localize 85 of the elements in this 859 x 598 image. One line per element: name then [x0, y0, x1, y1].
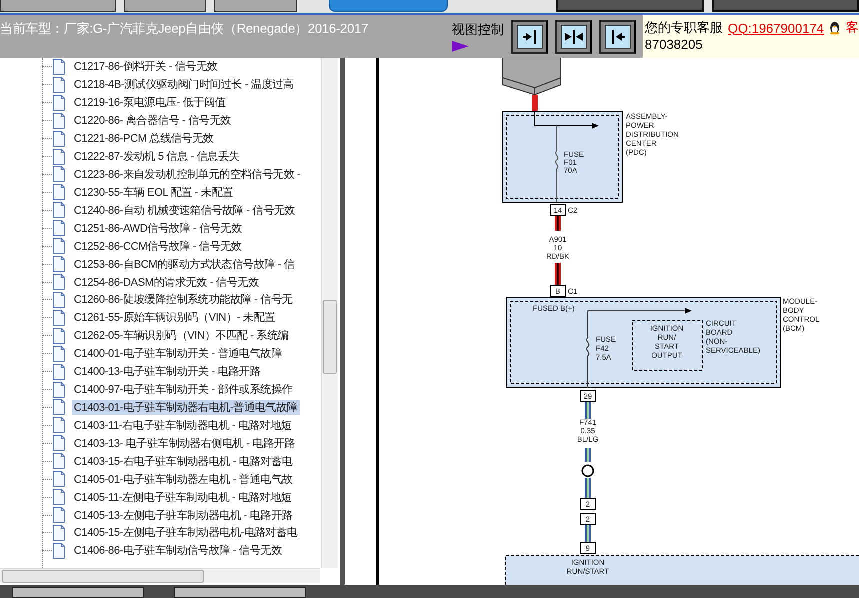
toolbar-button[interactable]: [214, 0, 297, 12]
document-icon: [52, 435, 66, 452]
tree-item[interactable]: C1405-13-左侧电子驻车制动器电机 - 电路开路: [72, 508, 295, 522]
tree-item[interactable]: C1403-15-右电子驻车制动器电机 - 电路对蓄电: [72, 454, 295, 469]
document-icon: [52, 399, 66, 416]
output-box: [632, 320, 703, 371]
document-icon: [52, 184, 66, 200]
arrow: [534, 110, 599, 129]
tree-item[interactable]: C1405-15-左侧电子驻车制动器电机-电路对蓄电: [72, 525, 300, 540]
document-icon: [52, 148, 66, 165]
document-icon: [52, 364, 66, 380]
tree-item[interactable]: C1406-86-电子驻车制动信号故障 - 信号无效: [72, 543, 284, 558]
vehicle-model-label: 当前车型：厂家:G-广汽菲克Jeep自由侠（Renegade）2016-2017: [0, 20, 370, 38]
tree-item[interactable]: C1405-11-左侧电子驻车制动电机 - 电路对地短: [72, 490, 294, 505]
document-icon: [52, 524, 66, 541]
document-icon: [52, 382, 66, 398]
wire: [555, 263, 561, 285]
document-icon: [52, 202, 66, 218]
tree-item[interactable]: C1223-86-来自发动机控制单元的空档信号无效 -: [72, 166, 303, 182]
support-label: 您的专职客服: [645, 19, 723, 37]
status-bar-button[interactable]: [12, 587, 144, 598]
tree-item[interactable]: C1403-01-电子驻车制动器右电机-普通电气故障: [72, 400, 300, 415]
tree-item[interactable]: C1251-86-AWD信号故障 - 信号无效: [72, 220, 244, 236]
toolbar-button[interactable]: [712, 0, 859, 12]
view-control-label: 视图控制: [452, 21, 504, 39]
tree-item[interactable]: C1217-86-倒档开关 - 信号无效: [72, 59, 220, 74]
tree-item[interactable]: C1400-01-电子驻车制动开关 - 普通电气故障: [72, 346, 284, 362]
tree-item[interactable]: C1405-01-电子驻车制动器左电机 - 普通电气故: [72, 472, 295, 487]
penguin-icon: [829, 19, 841, 37]
document-icon: [52, 220, 66, 236]
tree-item[interactable]: C1218-4B-测试仪驱动阀门时间过长 - 温度过高: [72, 77, 296, 92]
document-icon: [52, 310, 66, 326]
document-icon: [52, 542, 66, 559]
document-icon: [52, 94, 66, 111]
tree-item[interactable]: C1252-86-CCM信号故障 - 信号无效: [72, 238, 244, 254]
tree-item[interactable]: C1230-55-车辆 EOL 配置 - 未配置: [72, 184, 236, 200]
wire: [585, 478, 591, 498]
tree-item[interactable]: C1219-16-泵电源电压- 低于阈值: [72, 95, 228, 110]
toolbar-button[interactable]: [556, 0, 704, 12]
wire: [585, 448, 591, 462]
document-icon: [52, 166, 66, 182]
document-icon: [52, 453, 66, 470]
tree-item[interactable]: C1403-13- 电子驻车制动器右侧电机 - 电路开路: [72, 436, 298, 451]
document-icon: [52, 346, 66, 362]
document-icon: [52, 76, 66, 93]
vertical-scrollbar[interactable]: [321, 58, 338, 568]
support-text: 客: [846, 19, 859, 37]
status-bar-button[interactable]: [174, 587, 306, 598]
tree-item[interactable]: C1254-86-DASM的请求无效 - 信号无效: [72, 274, 262, 290]
toolbar-button[interactable]: [124, 0, 206, 12]
document-icon: [52, 489, 66, 506]
document-icon: [52, 417, 66, 434]
expand-left-button[interactable]: [599, 20, 636, 54]
expand-right-button[interactable]: [511, 20, 548, 54]
tree-item[interactable]: C1222-87-发动机 5 信息 - 信息丢失: [72, 149, 242, 164]
document-icon: [52, 507, 66, 523]
splice-circle: [582, 464, 594, 478]
document-icon: [52, 238, 66, 254]
document-icon: [52, 328, 66, 344]
triangle-icon: [452, 41, 469, 52]
tree-item[interactable]: C1260-86-陡坡缓降控制系统功能故障 - 信号无: [72, 292, 295, 308]
document-icon: [52, 130, 66, 147]
tree-item[interactable]: C1220-86- 离合器信号 - 信号无效: [72, 113, 234, 128]
tree-item[interactable]: C1221-86-PCM 总线信号无效: [72, 131, 216, 146]
document-icon: [52, 274, 66, 290]
document-icon: [52, 471, 66, 488]
tree-item[interactable]: C1400-13-电子驻车制动开关 - 电路开路: [72, 364, 263, 380]
toolbar-button[interactable]: [0, 0, 116, 12]
tree-item[interactable]: C1262-05-车辆识别码（VIN）不匹配 - 系统编: [72, 328, 291, 344]
phone-number: 87038205: [645, 37, 704, 52]
tree-item[interactable]: C1261-55-原始车辆识别码（VIN）- 未配置: [72, 310, 278, 326]
horizontal-scrollbar[interactable]: [0, 568, 320, 583]
document-icon: [52, 256, 66, 272]
wire: [555, 216, 561, 231]
wire: [585, 525, 591, 542]
wire: [532, 95, 538, 111]
qq-link[interactable]: QQ:1967900174: [728, 20, 824, 36]
document-icon: [52, 292, 66, 308]
tree-item[interactable]: C1253-86-自BCM的驱动方式状态信号故障 - 信: [72, 256, 297, 272]
tree-item[interactable]: C1240-86-自动 机械变速箱信号故障 - 信号无效: [72, 202, 298, 218]
tree-item[interactable]: C1400-97-电子驻车制动开关 - 部件或系统操作: [72, 382, 295, 398]
split-button[interactable]: [555, 20, 592, 54]
document-icon: [52, 112, 66, 129]
wire: [585, 402, 591, 419]
tree-item[interactable]: C1403-11-右电子驻车制动器电机 - 电路对地短: [72, 418, 294, 433]
